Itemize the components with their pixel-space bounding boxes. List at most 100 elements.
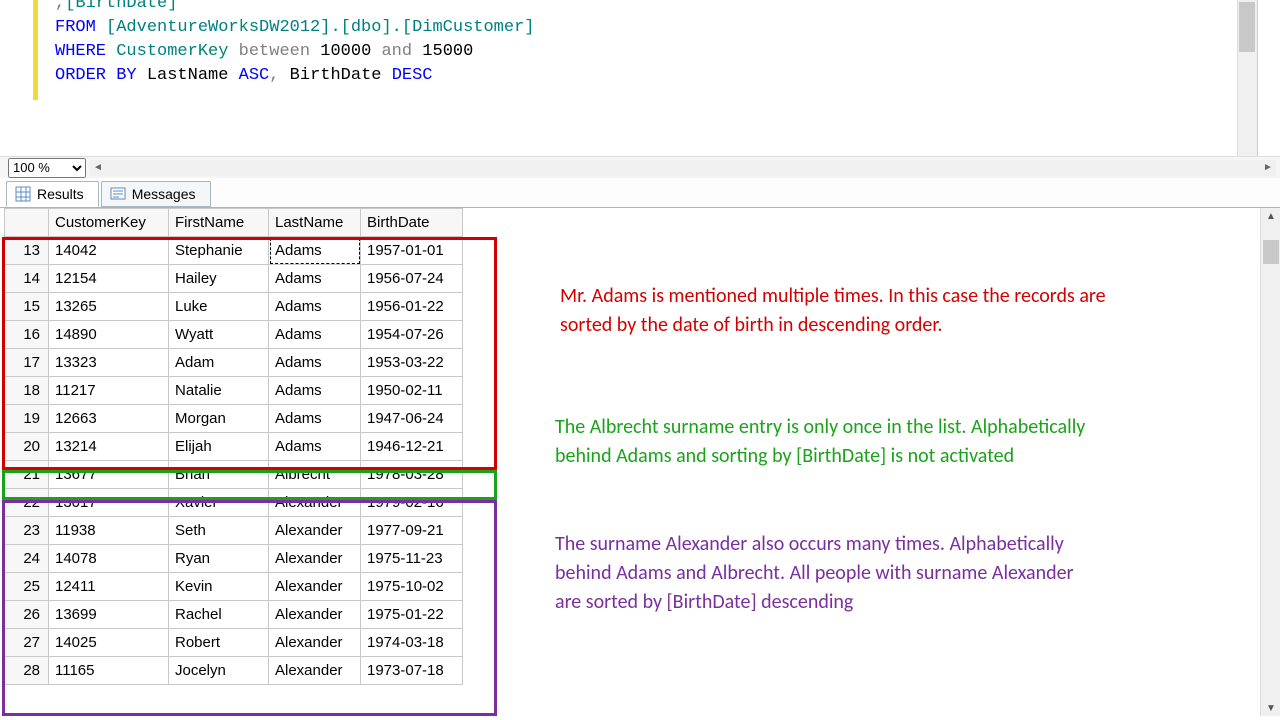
results-grid[interactable]: CustomerKey FirstName LastName BirthDate…: [4, 208, 463, 685]
cell-birthdate[interactable]: 1956-07-24: [361, 265, 463, 293]
cell-lastname[interactable]: Adams: [269, 293, 361, 321]
row-number[interactable]: 18: [5, 377, 49, 405]
cell-customerkey[interactable]: 13699: [49, 601, 169, 629]
row-number[interactable]: 21: [5, 461, 49, 489]
cell-firstname[interactable]: Rachel: [169, 601, 269, 629]
row-number[interactable]: 23: [5, 517, 49, 545]
sql-editor[interactable]: ,[BirthDate] FROM [AdventureWorksDW2012]…: [0, 0, 1258, 156]
cell-birthdate[interactable]: 1953-03-22: [361, 349, 463, 377]
table-row[interactable]: 2414078RyanAlexander1975-11-23: [5, 545, 463, 573]
cell-birthdate[interactable]: 1957-01-01: [361, 237, 463, 265]
cell-lastname[interactable]: Adams: [269, 265, 361, 293]
cell-lastname[interactable]: Adams: [269, 349, 361, 377]
row-number[interactable]: 13: [5, 237, 49, 265]
cell-firstname[interactable]: Stephanie: [169, 237, 269, 265]
scrollbar-thumb[interactable]: [1239, 2, 1255, 52]
cell-customerkey[interactable]: 13677: [49, 461, 169, 489]
cell-lastname[interactable]: Alexander: [269, 489, 361, 517]
cell-birthdate[interactable]: 1950-02-11: [361, 377, 463, 405]
cell-birthdate[interactable]: 1973-07-18: [361, 657, 463, 685]
row-number[interactable]: 14: [5, 265, 49, 293]
table-row[interactable]: 1614890WyattAdams1954-07-26: [5, 321, 463, 349]
tab-messages[interactable]: Messages: [101, 181, 211, 207]
row-number[interactable]: 19: [5, 405, 49, 433]
cell-birthdate[interactable]: 1975-10-02: [361, 573, 463, 601]
editor-vertical-scrollbar[interactable]: [1237, 0, 1257, 156]
tab-results[interactable]: Results: [6, 181, 99, 207]
table-row[interactable]: 1811217NatalieAdams1950-02-11: [5, 377, 463, 405]
row-number[interactable]: 28: [5, 657, 49, 685]
scroll-left-icon[interactable]: ◄: [90, 160, 106, 176]
row-number[interactable]: 24: [5, 545, 49, 573]
cell-firstname[interactable]: Morgan: [169, 405, 269, 433]
cell-birthdate[interactable]: 1954-07-26: [361, 321, 463, 349]
cell-firstname[interactable]: Jocelyn: [169, 657, 269, 685]
cell-birthdate[interactable]: 1946-12-21: [361, 433, 463, 461]
results-vertical-scrollbar[interactable]: ▲ ▼: [1260, 208, 1280, 716]
cell-lastname[interactable]: Adams: [269, 321, 361, 349]
cell-customerkey[interactable]: 13017: [49, 489, 169, 517]
table-row[interactable]: 1513265LukeAdams1956-01-22: [5, 293, 463, 321]
table-row[interactable]: 1412154HaileyAdams1956-07-24: [5, 265, 463, 293]
scroll-up-icon[interactable]: ▲: [1261, 208, 1280, 224]
table-row[interactable]: 2311938SethAlexander1977-09-21: [5, 517, 463, 545]
cell-customerkey[interactable]: 14890: [49, 321, 169, 349]
col-header-birthdate[interactable]: BirthDate: [361, 209, 463, 237]
cell-lastname[interactable]: Adams: [269, 433, 361, 461]
cell-customerkey[interactable]: 11217: [49, 377, 169, 405]
cell-lastname[interactable]: Adams: [269, 377, 361, 405]
cell-customerkey[interactable]: 11938: [49, 517, 169, 545]
editor-horizontal-scrollbar[interactable]: ◄ ►: [90, 160, 1276, 176]
cell-birthdate[interactable]: 1956-01-22: [361, 293, 463, 321]
scroll-down-icon[interactable]: ▼: [1261, 700, 1280, 716]
table-row[interactable]: 2113677BrianAlbrecht1978-03-28: [5, 461, 463, 489]
table-row[interactable]: 2811165JocelynAlexander1973-07-18: [5, 657, 463, 685]
cell-birthdate[interactable]: 1974-03-18: [361, 629, 463, 657]
table-row[interactable]: 1713323AdamAdams1953-03-22: [5, 349, 463, 377]
cell-lastname[interactable]: Alexander: [269, 573, 361, 601]
cell-firstname[interactable]: Kevin: [169, 573, 269, 601]
cell-lastname[interactable]: Alexander: [269, 517, 361, 545]
cell-birthdate[interactable]: 1975-11-23: [361, 545, 463, 573]
cell-birthdate[interactable]: 1947-06-24: [361, 405, 463, 433]
table-row[interactable]: 2213017XavierAlexander1979-02-16: [5, 489, 463, 517]
row-number[interactable]: 27: [5, 629, 49, 657]
cell-firstname[interactable]: Luke: [169, 293, 269, 321]
cell-firstname[interactable]: Elijah: [169, 433, 269, 461]
cell-firstname[interactable]: Brian: [169, 461, 269, 489]
row-number[interactable]: 16: [5, 321, 49, 349]
table-row[interactable]: 2013214ElijahAdams1946-12-21: [5, 433, 463, 461]
cell-birthdate[interactable]: 1977-09-21: [361, 517, 463, 545]
cell-firstname[interactable]: Wyatt: [169, 321, 269, 349]
cell-customerkey[interactable]: 11165: [49, 657, 169, 685]
table-row[interactable]: 2714025RobertAlexander1974-03-18: [5, 629, 463, 657]
cell-customerkey[interactable]: 12154: [49, 265, 169, 293]
row-number[interactable]: 25: [5, 573, 49, 601]
cell-firstname[interactable]: Natalie: [169, 377, 269, 405]
cell-customerkey[interactable]: 14078: [49, 545, 169, 573]
row-number[interactable]: 22: [5, 489, 49, 517]
zoom-select[interactable]: 100 %: [8, 158, 86, 178]
col-header-firstname[interactable]: FirstName: [169, 209, 269, 237]
cell-firstname[interactable]: Hailey: [169, 265, 269, 293]
cell-lastname[interactable]: Alexander: [269, 601, 361, 629]
cell-firstname[interactable]: Robert: [169, 629, 269, 657]
table-row[interactable]: 1314042StephanieAdams1957-01-01: [5, 237, 463, 265]
cell-customerkey[interactable]: 13214: [49, 433, 169, 461]
cell-lastname[interactable]: Albrecht: [269, 461, 361, 489]
cell-lastname[interactable]: Adams: [269, 237, 361, 265]
col-header-lastname[interactable]: LastName: [269, 209, 361, 237]
row-number[interactable]: 20: [5, 433, 49, 461]
cell-lastname[interactable]: Adams: [269, 405, 361, 433]
scrollbar-thumb[interactable]: [1263, 240, 1279, 264]
cell-lastname[interactable]: Alexander: [269, 657, 361, 685]
row-number[interactable]: 26: [5, 601, 49, 629]
cell-customerkey[interactable]: 13265: [49, 293, 169, 321]
cell-firstname[interactable]: Xavier: [169, 489, 269, 517]
cell-firstname[interactable]: Adam: [169, 349, 269, 377]
cell-customerkey[interactable]: 12411: [49, 573, 169, 601]
row-number[interactable]: 15: [5, 293, 49, 321]
cell-birthdate[interactable]: 1978-03-28: [361, 461, 463, 489]
cell-lastname[interactable]: Alexander: [269, 545, 361, 573]
cell-birthdate[interactable]: 1979-02-16: [361, 489, 463, 517]
